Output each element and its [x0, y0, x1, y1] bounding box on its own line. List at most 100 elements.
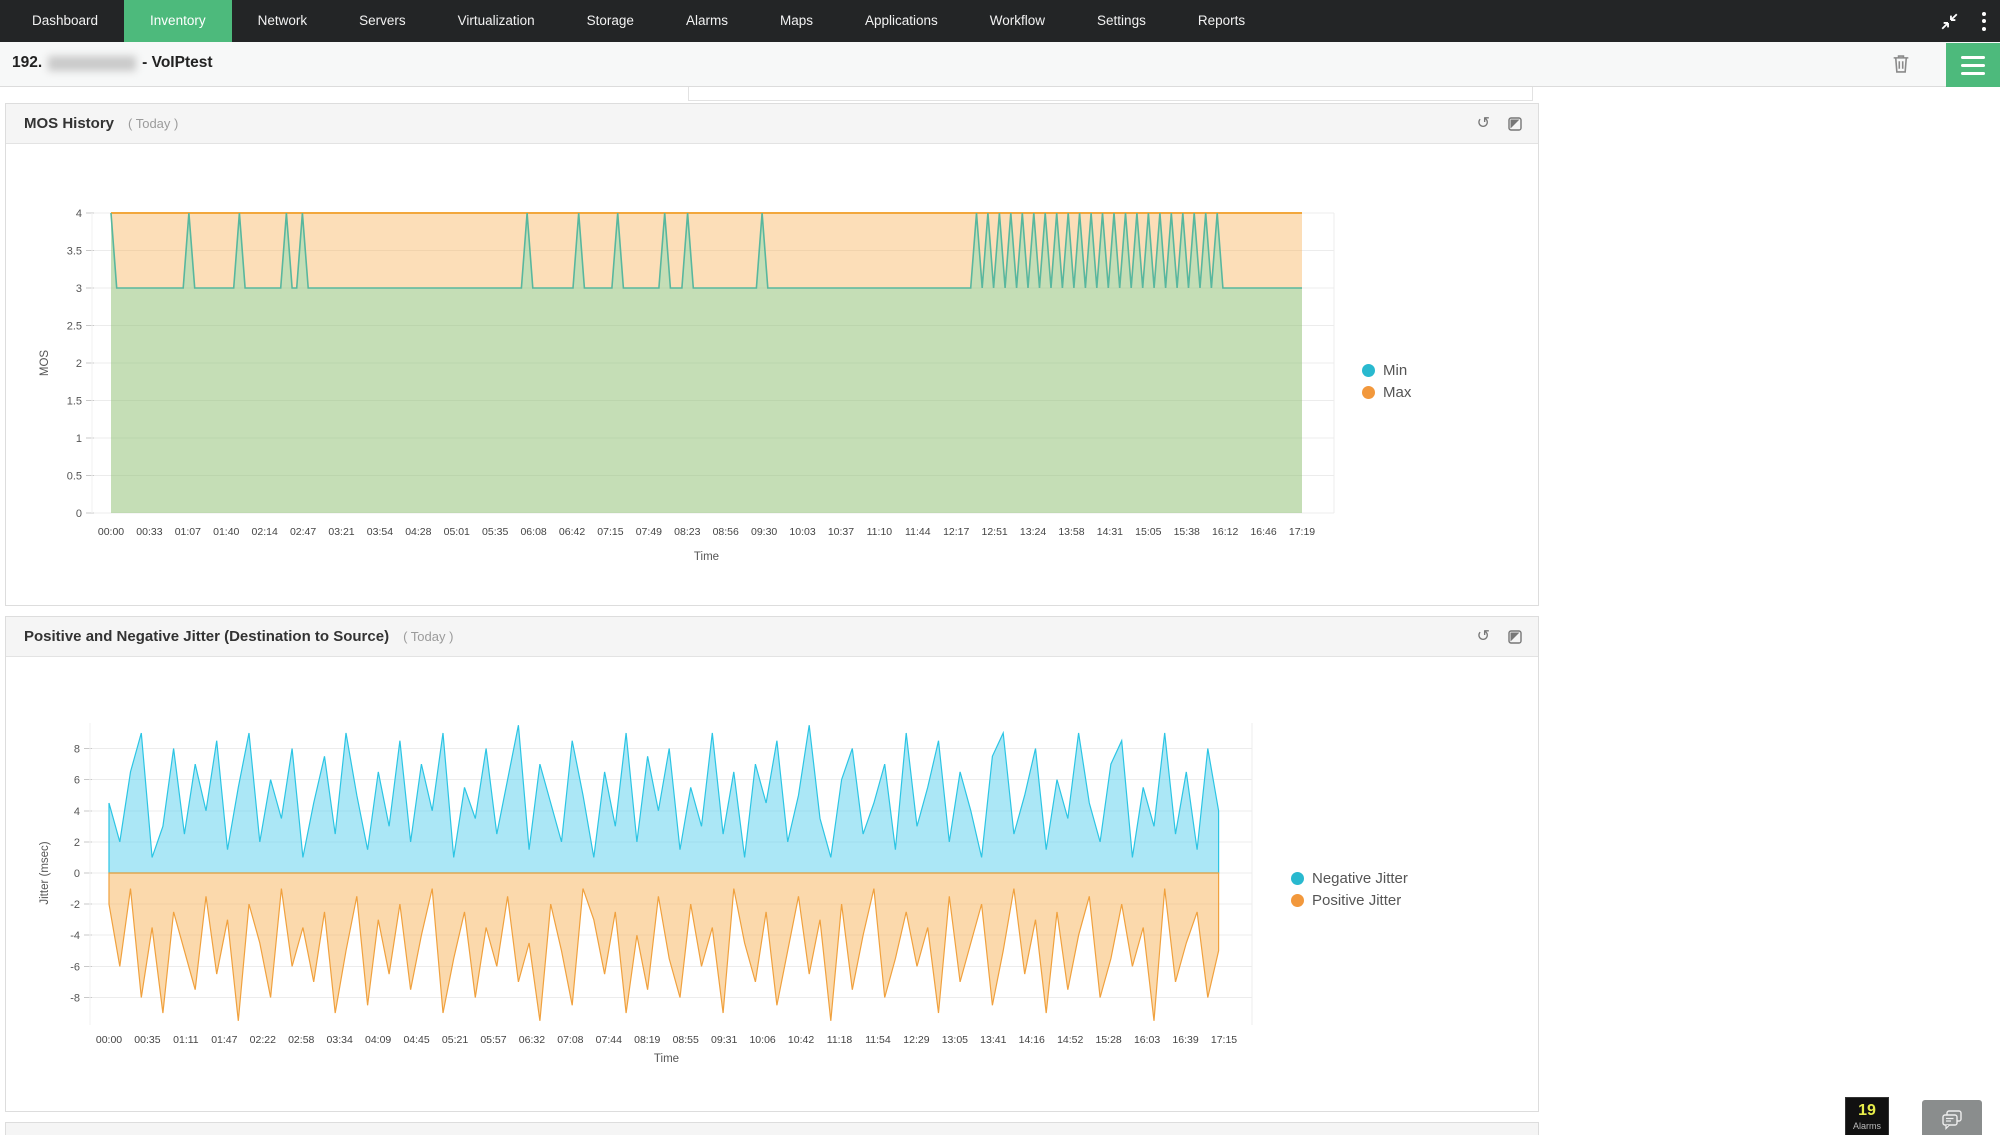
svg-text:07:49: 07:49 [636, 526, 662, 538]
svg-text:11:18: 11:18 [827, 1034, 853, 1046]
svg-text:15:28: 15:28 [1096, 1034, 1122, 1046]
hamburger-icon [1961, 56, 1985, 59]
mos-panel-title: MOS History [24, 115, 114, 132]
svg-text:-8: -8 [70, 992, 80, 1004]
svg-text:09:31: 09:31 [711, 1034, 737, 1046]
svg-text:4: 4 [76, 208, 82, 220]
alarm-label: Alarms [1846, 1121, 1888, 1131]
svg-text:05:57: 05:57 [480, 1034, 506, 1046]
min-legend-dot [1362, 364, 1375, 377]
jitter-panel-header: Positive and Negative Jitter (Destinatio… [6, 617, 1538, 657]
mos-panel-header: MOS History ( Today ) ↺ [6, 104, 1538, 144]
device-menu-button[interactable] [1946, 43, 2000, 87]
svg-text:11:54: 11:54 [865, 1034, 891, 1046]
svg-text:04:28: 04:28 [405, 526, 431, 538]
svg-text:08:23: 08:23 [674, 526, 700, 538]
svg-text:0: 0 [76, 508, 82, 520]
svg-text:03:54: 03:54 [367, 526, 393, 538]
chat-icon [1939, 1108, 1965, 1132]
svg-text:13:41: 13:41 [980, 1034, 1006, 1046]
svg-text:10:06: 10:06 [749, 1034, 775, 1046]
collapse-fullscreen-icon[interactable] [1941, 13, 1958, 30]
svg-text:0.5: 0.5 [67, 471, 82, 483]
nav-item-inventory[interactable]: Inventory [124, 0, 232, 42]
svg-text:08:55: 08:55 [673, 1034, 699, 1046]
svg-text:12:51: 12:51 [982, 526, 1008, 538]
delete-device-button[interactable] [1890, 52, 1912, 81]
jitter-panel-title: Positive and Negative Jitter (Destinatio… [24, 628, 389, 645]
nav-item-storage[interactable]: Storage [561, 0, 660, 42]
device-titlebar: 192. - VoIPtest [0, 42, 2000, 87]
svg-text:02:47: 02:47 [290, 526, 316, 538]
svg-text:15:38: 15:38 [1174, 526, 1200, 538]
svg-text:13:24: 13:24 [1020, 526, 1046, 538]
nav-item-settings[interactable]: Settings [1071, 0, 1172, 42]
svg-text:12:29: 12:29 [903, 1034, 929, 1046]
legend-item-max[interactable]: Max [1362, 384, 1411, 401]
mos-chart[interactable]: 00.511.522.533.5400:0000:3301:0701:4002:… [6, 144, 1538, 605]
svg-text:11:10: 11:10 [867, 526, 893, 538]
svg-text:-4: -4 [70, 930, 80, 942]
svg-text:02:22: 02:22 [250, 1034, 276, 1046]
svg-text:1: 1 [76, 433, 82, 445]
svg-text:07:08: 07:08 [557, 1034, 583, 1046]
svg-text:2: 2 [76, 358, 82, 370]
svg-text:15:05: 15:05 [1135, 526, 1161, 538]
jitter-chart-body: -8-6-4-20246800:0000:3501:1101:4702:2202… [6, 657, 1538, 1111]
redacted-ip [48, 56, 136, 71]
positive-jitter-legend-dot [1291, 894, 1304, 907]
svg-text:Jitter (msec): Jitter (msec) [39, 841, 51, 904]
nav-item-reports[interactable]: Reports [1172, 0, 1271, 42]
positive-jitter-legend-label: Positive Jitter [1312, 892, 1401, 909]
svg-text:06:32: 06:32 [519, 1034, 545, 1046]
svg-text:3: 3 [76, 283, 82, 295]
svg-text:2: 2 [74, 837, 80, 849]
nav-item-virtualization[interactable]: Virtualization [432, 0, 561, 42]
svg-text:05:21: 05:21 [442, 1034, 468, 1046]
svg-text:3.5: 3.5 [67, 246, 82, 258]
svg-text:1.5: 1.5 [67, 396, 82, 408]
svg-text:01:47: 01:47 [211, 1034, 237, 1046]
min-legend-label: Min [1383, 362, 1407, 379]
svg-text:07:44: 07:44 [596, 1034, 622, 1046]
legend-item-positive-jitter[interactable]: Positive Jitter [1291, 892, 1408, 909]
svg-text:04:45: 04:45 [403, 1034, 429, 1046]
svg-text:14:52: 14:52 [1057, 1034, 1083, 1046]
legend-item-negative-jitter[interactable]: Negative Jitter [1291, 870, 1408, 887]
svg-text:06:08: 06:08 [520, 526, 546, 538]
negative-jitter-legend-dot [1291, 872, 1304, 885]
alarms-badge[interactable]: 19 Alarms [1845, 1097, 1889, 1135]
diagonal-split-icon[interactable] [1508, 630, 1522, 644]
max-legend-dot [1362, 386, 1375, 399]
svg-text:05:01: 05:01 [444, 526, 470, 538]
nav-item-network[interactable]: Network [232, 0, 334, 42]
svg-text:8: 8 [74, 744, 80, 756]
svg-text:12:17: 12:17 [943, 526, 969, 538]
legend-item-min[interactable]: Min [1362, 362, 1411, 379]
svg-text:02:58: 02:58 [288, 1034, 314, 1046]
nav-item-alarms[interactable]: Alarms [660, 0, 754, 42]
nav-item-applications[interactable]: Applications [839, 0, 964, 42]
svg-text:-6: -6 [70, 961, 80, 973]
svg-text:Time: Time [694, 551, 719, 563]
svg-text:10:42: 10:42 [788, 1034, 814, 1046]
jitter-legend: Negative Jitter Positive Jitter [1291, 870, 1408, 909]
nav-item-servers[interactable]: Servers [333, 0, 432, 42]
diagonal-split-icon[interactable] [1508, 117, 1522, 131]
nav-item-workflow[interactable]: Workflow [964, 0, 1071, 42]
svg-text:00:35: 00:35 [134, 1034, 160, 1046]
svg-text:10:37: 10:37 [828, 526, 854, 538]
nav-item-dashboard[interactable]: Dashboard [6, 0, 124, 42]
svg-text:09:30: 09:30 [751, 526, 777, 538]
nav-item-maps[interactable]: Maps [754, 0, 839, 42]
svg-text:04:09: 04:09 [365, 1034, 391, 1046]
svg-text:14:31: 14:31 [1097, 526, 1123, 538]
chat-button[interactable] [1922, 1100, 1982, 1135]
jitter2-panel-header: Positive and Negative Jitter (Source to … [6, 1123, 1538, 1135]
mos-chart-body: 00.511.522.533.5400:0000:3301:0701:4002:… [6, 144, 1538, 605]
refresh-icon[interactable]: ↺ [1477, 629, 1490, 645]
jitter-dest-to-src-panel: Positive and Negative Jitter (Destinatio… [5, 616, 1539, 1112]
refresh-icon[interactable]: ↺ [1477, 116, 1490, 132]
jitter-panel-period: ( Today ) [403, 629, 453, 644]
kebab-menu-icon[interactable] [1978, 8, 1990, 35]
